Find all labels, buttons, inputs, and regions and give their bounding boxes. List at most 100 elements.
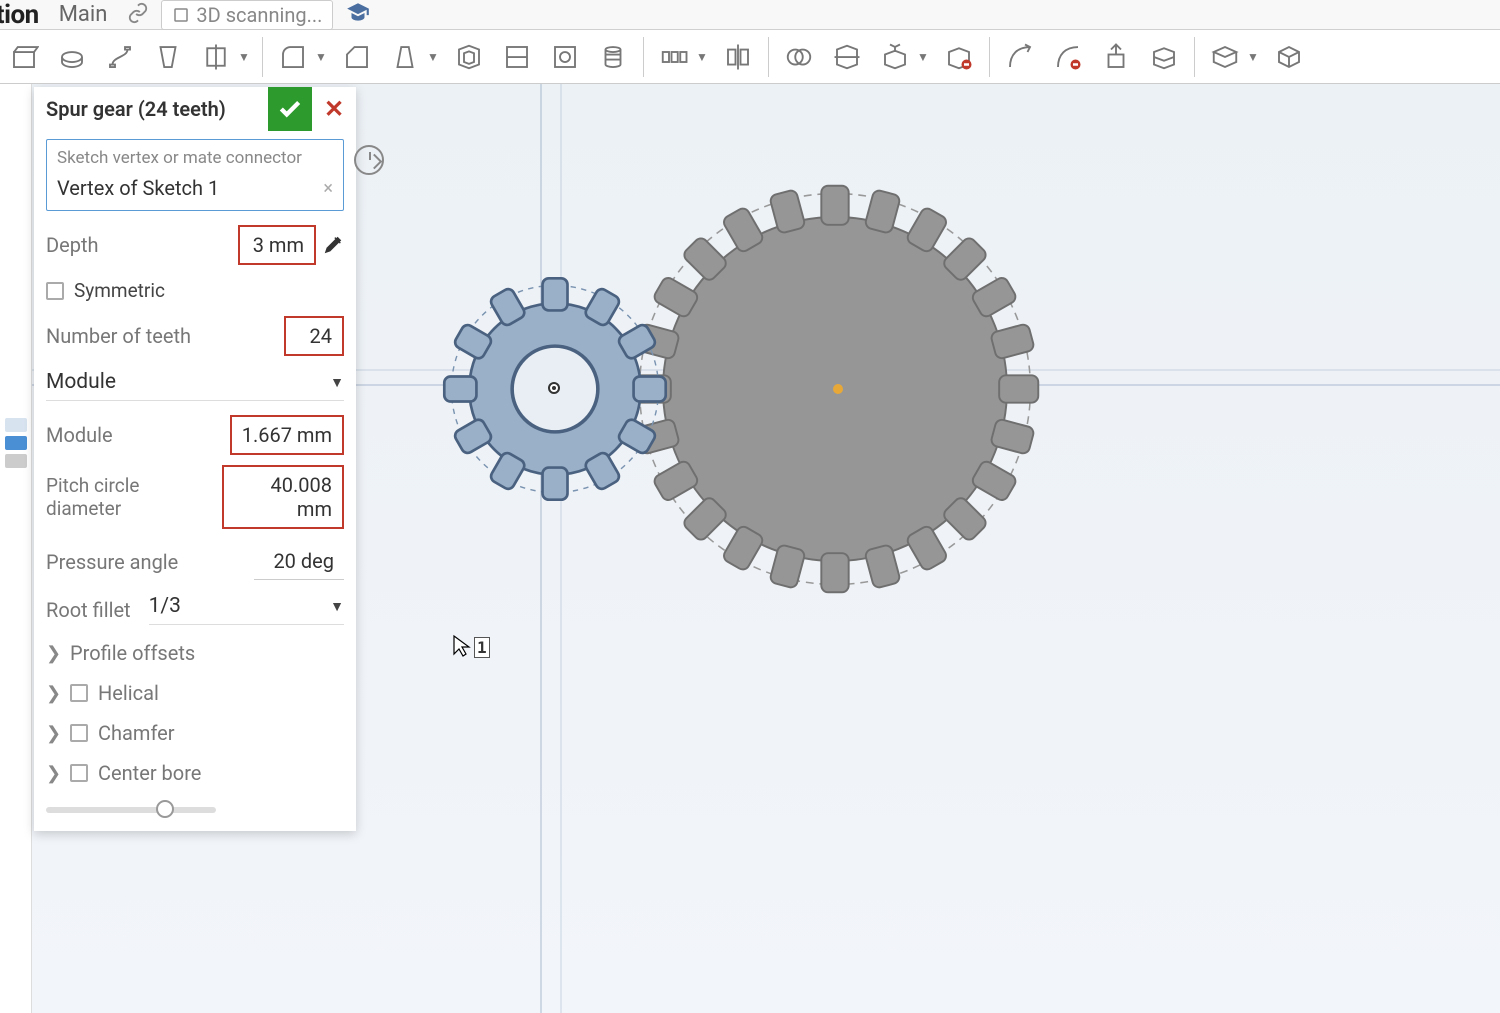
delete-part-icon[interactable] — [939, 37, 979, 77]
draft-icon[interactable] — [385, 37, 425, 77]
mate-connector-icon[interactable] — [354, 145, 384, 175]
chamfer-expander[interactable]: ❯ Chamfer — [46, 721, 344, 745]
construction-plane-edge — [540, 84, 542, 1013]
clear-selection-icon[interactable]: × — [323, 178, 333, 199]
measure-icon[interactable] — [322, 234, 344, 256]
cursor-count: 1 — [474, 637, 490, 658]
construction-plane-edge — [560, 84, 562, 1013]
thicken-icon[interactable] — [196, 37, 236, 77]
feature-item[interactable] — [5, 418, 27, 432]
graduation-icon[interactable] — [345, 0, 371, 30]
confirm-button[interactable] — [268, 87, 312, 131]
draft-dropdown[interactable]: ▼ — [385, 37, 441, 77]
spur-gear-panel: Spur gear (24 teeth) ✕ Sketch vertex or … — [34, 87, 356, 831]
chevron-down-icon[interactable]: ▼ — [694, 37, 710, 77]
chevron-down-icon[interactable]: ▼ — [313, 37, 329, 77]
mirror-icon[interactable] — [718, 37, 758, 77]
sketch-vertex-point[interactable] — [548, 382, 560, 394]
hole-icon[interactable] — [545, 37, 585, 77]
root-fillet-value: 1/3 — [149, 594, 181, 618]
chevron-down-icon[interactable]: ▼ — [1245, 37, 1261, 77]
chevron-down-icon: ▼ — [330, 598, 344, 615]
chevron-down-icon[interactable]: ▼ — [236, 37, 252, 77]
chevron-right-icon: ❯ — [46, 683, 60, 704]
chevron-right-icon: ❯ — [46, 763, 60, 784]
cursor-indicator: 1 — [452, 634, 490, 658]
loft-icon[interactable] — [148, 37, 188, 77]
panel-title: Spur gear (24 teeth) — [34, 97, 268, 121]
tab-main[interactable]: Main — [51, 2, 116, 27]
num-teeth-input[interactable]: 24 — [284, 316, 344, 356]
symmetric-checkbox[interactable]: Symmetric — [46, 279, 344, 302]
extrude-icon[interactable] — [4, 37, 44, 77]
plane-icon[interactable] — [1205, 37, 1245, 77]
selector-value: Vertex of Sketch 1 — [57, 176, 219, 200]
thicken-dropdown[interactable]: ▼ — [196, 37, 252, 77]
pressure-angle-label: Pressure angle — [46, 550, 178, 574]
expander-label: Helical — [98, 681, 159, 705]
root-fillet-dropdown[interactable]: 1/3 ▼ — [149, 594, 344, 625]
gear-center-point — [833, 384, 843, 394]
vertex-selector[interactable]: Sketch vertex or mate connector Vertex o… — [46, 139, 344, 211]
transform-dropdown[interactable]: ▼ — [875, 37, 931, 77]
slider-thumb[interactable] — [156, 800, 174, 818]
delete-face-icon[interactable] — [1048, 37, 1088, 77]
expander-label: Center bore — [98, 761, 201, 785]
chevron-down-icon[interactable]: ▼ — [915, 37, 931, 77]
pitch-dia-input[interactable]: 40.008 mm — [222, 465, 344, 529]
plane-dropdown[interactable]: ▼ — [1205, 37, 1261, 77]
tab-label: 3D scanning... — [196, 3, 322, 27]
dropdown-value: Module — [46, 370, 116, 394]
transform-icon[interactable] — [875, 37, 915, 77]
feature-list-strip — [0, 84, 32, 1013]
module-label: Module — [46, 423, 113, 447]
module-input[interactable]: 1.667 mm — [230, 415, 344, 455]
pitch-dia-label: Pitch circle diameter — [46, 474, 214, 520]
checkbox-icon[interactable] — [70, 764, 88, 782]
chevron-down-icon[interactable]: ▼ — [425, 37, 441, 77]
center-bore-expander[interactable]: ❯ Center bore — [46, 761, 344, 785]
linear-pattern-icon[interactable] — [654, 37, 694, 77]
tabs-bar: ntation Main 3D scanning... — [0, 0, 1500, 30]
cube-icon[interactable] — [1269, 37, 1309, 77]
checkbox-icon[interactable] — [70, 724, 88, 742]
chamfer-icon[interactable] — [337, 37, 377, 77]
3d-viewport[interactable]: 1 Spur gear (24 teeth) ✕ Sketch vertex o… — [0, 84, 1500, 1013]
helical-expander[interactable]: ❯ Helical — [46, 681, 344, 705]
revolve-icon[interactable] — [52, 37, 92, 77]
gear-input-type-dropdown[interactable]: Module ▼ — [46, 370, 344, 401]
modify-fillet-icon[interactable] — [1000, 37, 1040, 77]
link-icon[interactable] — [127, 2, 149, 28]
cancel-button[interactable]: ✕ — [312, 87, 356, 131]
feature-item-selected[interactable] — [5, 436, 27, 450]
move-face-icon[interactable] — [1096, 37, 1136, 77]
symmetric-label: Symmetric — [74, 279, 165, 302]
feature-item[interactable] — [5, 454, 27, 468]
selector-placeholder: Sketch vertex or mate connector — [57, 148, 333, 168]
expander-label: Profile offsets — [70, 641, 195, 665]
sweep-icon[interactable] — [100, 37, 140, 77]
document-title-fragment: ntation — [0, 0, 39, 30]
checkbox-icon[interactable] — [70, 684, 88, 702]
opacity-slider[interactable] — [46, 807, 344, 817]
pattern-dropdown[interactable]: ▼ — [654, 37, 710, 77]
chevron-down-icon: ▼ — [330, 374, 344, 391]
fillet-icon[interactable] — [273, 37, 313, 77]
split-icon[interactable] — [827, 37, 867, 77]
checkbox-icon[interactable] — [46, 282, 64, 300]
replace-face-icon[interactable] — [1144, 37, 1184, 77]
profile-offsets-expander[interactable]: ❯ Profile offsets — [46, 641, 344, 665]
fillet-dropdown[interactable]: ▼ — [273, 37, 329, 77]
root-fillet-label: Root fillet — [46, 598, 131, 622]
expander-label: Chamfer — [98, 721, 175, 745]
num-teeth-label: Number of teeth — [46, 324, 191, 348]
chevron-right-icon: ❯ — [46, 723, 60, 744]
boolean-icon[interactable] — [779, 37, 819, 77]
rib-icon[interactable] — [497, 37, 537, 77]
chevron-right-icon: ❯ — [46, 643, 60, 664]
shell-icon[interactable] — [449, 37, 489, 77]
thread-icon[interactable] — [593, 37, 633, 77]
pressure-angle-input[interactable]: 20 deg — [254, 543, 344, 580]
depth-input[interactable]: 3 mm — [238, 225, 316, 265]
tab-3d-scanning[interactable]: 3D scanning... — [161, 0, 333, 30]
